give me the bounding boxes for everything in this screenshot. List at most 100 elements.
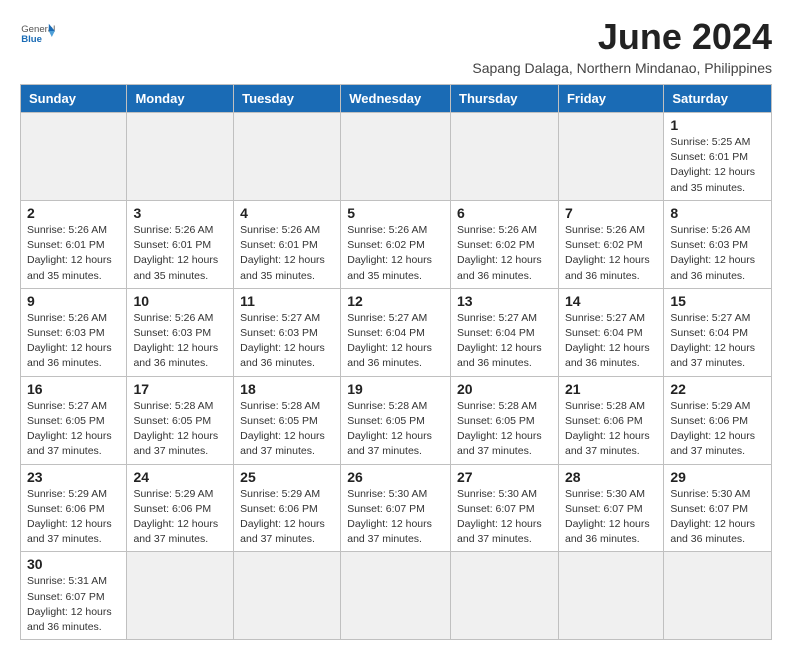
calendar-day-cell: 11Sunrise: 5:27 AMSunset: 6:03 PMDayligh… [234, 288, 341, 376]
calendar-day-cell: 26Sunrise: 5:30 AMSunset: 6:07 PMDayligh… [341, 464, 451, 552]
day-info: Sunrise: 5:28 AMSunset: 6:06 PMDaylight:… [565, 399, 657, 460]
day-number: 14 [565, 293, 657, 309]
day-number: 16 [27, 381, 120, 397]
svg-text:Blue: Blue [21, 34, 42, 45]
day-number: 23 [27, 469, 120, 485]
calendar-day-cell: 3 Sunrise: 5:26 AMSunset: 6:01 PMDaylight… [127, 200, 234, 288]
day-info: Sunrise: 5:26 AMSunset: 6:03 PMDaylight:… [133, 311, 227, 372]
calendar-day-cell [341, 552, 451, 640]
day-info: Sunrise: 5:26 AMSunset: 6:01 PMDaylight:… [240, 223, 334, 284]
day-info: Sunrise: 5:26 AMSunset: 6:03 PMDaylight:… [27, 311, 120, 372]
calendar-day-header: Monday [127, 85, 234, 113]
day-info: Sunrise: 5:29 AMSunset: 6:06 PMDaylight:… [133, 487, 227, 548]
calendar-day-cell: 29Sunrise: 5:30 AMSunset: 6:07 PMDayligh… [664, 464, 772, 552]
calendar-day-cell [127, 552, 234, 640]
day-info: Sunrise: 5:25 AMSunset: 6:01 PMDaylight:… [670, 135, 765, 196]
calendar-day-cell [451, 552, 559, 640]
calendar-header-row: SundayMondayTuesdayWednesdayThursdayFrid… [21, 85, 772, 113]
day-number: 30 [27, 556, 120, 572]
calendar-day-cell: 22 Sunrise: 5:29 AMSunset: 6:06 PMDayligh… [664, 376, 772, 464]
day-number: 20 [457, 381, 552, 397]
calendar-day-cell: 28 Sunrise: 5:30 AMSunset: 6:07 PMDayligh… [558, 464, 663, 552]
day-info: Sunrise: 5:26 AMSunset: 6:02 PMDaylight:… [347, 223, 444, 284]
day-info: Sunrise: 5:29 AMSunset: 6:06 PMDaylight:… [27, 487, 120, 548]
day-info: Sunrise: 5:26 AMSunset: 6:01 PMDaylight:… [133, 223, 227, 284]
calendar-day-cell: 14 Sunrise: 5:27 AMSunset: 6:04 PMDayligh… [558, 288, 663, 376]
calendar-day-header: Wednesday [341, 85, 451, 113]
day-number: 22 [670, 381, 765, 397]
calendar-day-cell [234, 113, 341, 201]
day-info: Sunrise: 5:30 AMSunset: 6:07 PMDaylight:… [457, 487, 552, 548]
day-info: Sunrise: 5:30 AMSunset: 6:07 PMDaylight:… [565, 487, 657, 548]
day-info: Sunrise: 5:29 AMSunset: 6:06 PMDaylight:… [240, 487, 334, 548]
day-number: 28 [565, 469, 657, 485]
day-info: Sunrise: 5:27 AMSunset: 6:04 PMDaylight:… [670, 311, 765, 372]
day-number: 27 [457, 469, 552, 485]
calendar-day-cell: 30 Sunrise: 5:31 AMSunset: 6:07 PMDayligh… [21, 552, 127, 640]
day-number: 12 [347, 293, 444, 309]
calendar-day-cell: 1 Sunrise: 5:25 AMSunset: 6:01 PMDaylight… [664, 113, 772, 201]
calendar-day-cell: 7 Sunrise: 5:26 AMSunset: 6:02 PMDaylight… [558, 200, 663, 288]
day-info: Sunrise: 5:28 AMSunset: 6:05 PMDaylight:… [133, 399, 227, 460]
day-number: 7 [565, 205, 657, 221]
calendar-day-cell: 18Sunrise: 5:28 AMSunset: 6:05 PMDayligh… [234, 376, 341, 464]
calendar-day-cell: 17 Sunrise: 5:28 AMSunset: 6:05 PMDayligh… [127, 376, 234, 464]
calendar-day-cell [451, 113, 559, 201]
location-subtitle: Sapang Dalaga, Northern Mindanao, Philip… [472, 60, 772, 76]
calendar-day-cell [21, 113, 127, 201]
day-info: Sunrise: 5:27 AMSunset: 6:05 PMDaylight:… [27, 399, 120, 460]
calendar-day-cell: 24 Sunrise: 5:29 AMSunset: 6:06 PMDayligh… [127, 464, 234, 552]
day-info: Sunrise: 5:31 AMSunset: 6:07 PMDaylight:… [27, 574, 120, 635]
calendar-day-cell: 23 Sunrise: 5:29 AMSunset: 6:06 PMDayligh… [21, 464, 127, 552]
day-number: 9 [27, 293, 120, 309]
calendar-day-header: Friday [558, 85, 663, 113]
calendar-day-header: Thursday [451, 85, 559, 113]
month-title: June 2024 [472, 16, 772, 58]
calendar-day-header: Saturday [664, 85, 772, 113]
calendar-day-cell [341, 113, 451, 201]
calendar-day-cell: 6Sunrise: 5:26 AMSunset: 6:02 PMDaylight… [451, 200, 559, 288]
day-number: 17 [133, 381, 227, 397]
calendar-day-header: Tuesday [234, 85, 341, 113]
calendar-day-cell: 13Sunrise: 5:27 AMSunset: 6:04 PMDayligh… [451, 288, 559, 376]
calendar-day-cell [127, 113, 234, 201]
calendar-day-cell: 12 Sunrise: 5:27 AMSunset: 6:04 PMDayligh… [341, 288, 451, 376]
logo: General Blue [20, 16, 56, 52]
day-number: 10 [133, 293, 227, 309]
day-info: Sunrise: 5:30 AMSunset: 6:07 PMDaylight:… [347, 487, 444, 548]
day-number: 8 [670, 205, 765, 221]
calendar-week-row: 16 Sunrise: 5:27 AMSunset: 6:05 PMDayligh… [21, 376, 772, 464]
calendar-week-row: 2 Sunrise: 5:26 AMSunset: 6:01 PMDaylight… [21, 200, 772, 288]
day-number: 1 [670, 117, 765, 133]
day-info: Sunrise: 5:27 AMSunset: 6:04 PMDaylight:… [457, 311, 552, 372]
day-number: 2 [27, 205, 120, 221]
calendar-day-cell: 4 Sunrise: 5:26 AMSunset: 6:01 PMDaylight… [234, 200, 341, 288]
calendar-day-header: Sunday [21, 85, 127, 113]
calendar-day-cell: 27 Sunrise: 5:30 AMSunset: 6:07 PMDayligh… [451, 464, 559, 552]
calendar-day-cell [558, 113, 663, 201]
day-info: Sunrise: 5:29 AMSunset: 6:06 PMDaylight:… [670, 399, 765, 460]
calendar-week-row: 1 Sunrise: 5:25 AMSunset: 6:01 PMDaylight… [21, 113, 772, 201]
calendar-day-cell: 19Sunrise: 5:28 AMSunset: 6:05 PMDayligh… [341, 376, 451, 464]
day-info: Sunrise: 5:27 AMSunset: 6:04 PMDaylight:… [347, 311, 444, 372]
day-number: 29 [670, 469, 765, 485]
day-number: 4 [240, 205, 334, 221]
calendar-week-row: 30 Sunrise: 5:31 AMSunset: 6:07 PMDayligh… [21, 552, 772, 640]
day-info: Sunrise: 5:26 AMSunset: 6:02 PMDaylight:… [565, 223, 657, 284]
day-number: 11 [240, 293, 334, 309]
calendar-day-cell: 21Sunrise: 5:28 AMSunset: 6:06 PMDayligh… [558, 376, 663, 464]
calendar-day-cell: 8Sunrise: 5:26 AMSunset: 6:03 PMDaylight… [664, 200, 772, 288]
day-info: Sunrise: 5:26 AMSunset: 6:02 PMDaylight:… [457, 223, 552, 284]
day-info: Sunrise: 5:28 AMSunset: 6:05 PMDaylight:… [240, 399, 334, 460]
calendar-week-row: 23 Sunrise: 5:29 AMSunset: 6:06 PMDayligh… [21, 464, 772, 552]
day-number: 19 [347, 381, 444, 397]
day-number: 3 [133, 205, 227, 221]
day-info: Sunrise: 5:27 AMSunset: 6:04 PMDaylight:… [565, 311, 657, 372]
day-info: Sunrise: 5:26 AMSunset: 6:01 PMDaylight:… [27, 223, 120, 284]
calendar-week-row: 9 Sunrise: 5:26 AMSunset: 6:03 PMDaylight… [21, 288, 772, 376]
calendar-day-cell: 10 Sunrise: 5:26 AMSunset: 6:03 PMDayligh… [127, 288, 234, 376]
day-number: 24 [133, 469, 227, 485]
day-number: 15 [670, 293, 765, 309]
logo-icon: General Blue [20, 16, 56, 52]
title-section: June 2024 Sapang Dalaga, Northern Mindan… [472, 16, 772, 76]
